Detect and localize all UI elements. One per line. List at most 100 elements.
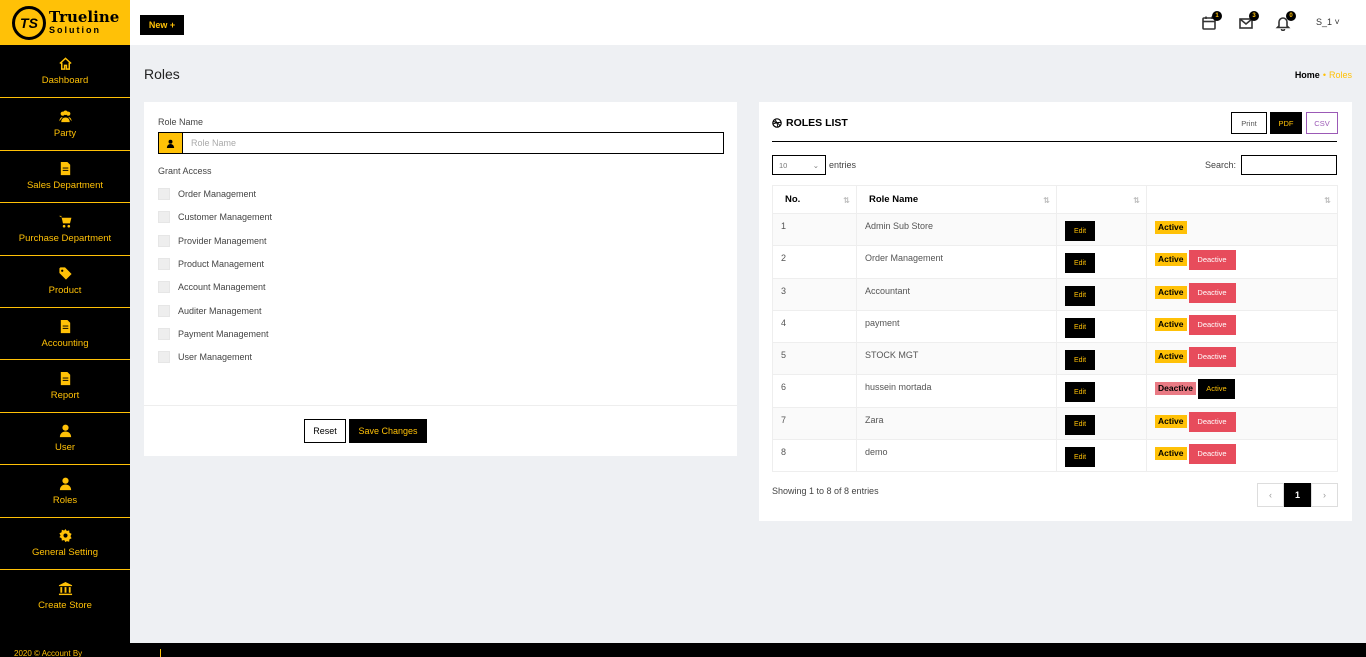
permission-checkbox[interactable]: Provider Management <box>158 234 267 247</box>
breadcrumb: Home • Roles <box>1295 70 1352 80</box>
checkbox[interactable] <box>158 234 170 247</box>
gear-icon <box>58 529 72 543</box>
status-badge: Active <box>1155 253 1187 267</box>
edit-button[interactable]: Edit <box>1065 350 1095 371</box>
users-icon <box>58 110 72 123</box>
permission-checkbox[interactable]: Product Management <box>158 257 264 270</box>
cell-edit: Edit <box>1056 309 1147 344</box>
sidebar-item-party[interactable]: Party <box>0 97 130 149</box>
reset-button[interactable]: Reset <box>304 419 346 443</box>
next-page-button[interactable]: › <box>1311 483 1338 507</box>
edit-button[interactable]: Edit <box>1065 317 1095 338</box>
checkbox[interactable] <box>158 281 170 294</box>
sidebar-item-label: Party <box>53 128 77 140</box>
column-header-role-name[interactable]: Role Name ⇅ <box>856 185 1057 214</box>
checkbox[interactable] <box>158 188 170 200</box>
permission-checkbox[interactable]: User Management <box>158 351 252 364</box>
permission-checkbox[interactable]: Customer Management <box>158 211 272 224</box>
cell-status: Active Deactive <box>1146 277 1338 311</box>
cell-role-name: STOCK MGT <box>856 342 1057 376</box>
prev-page-button[interactable]: ‹ <box>1257 483 1284 507</box>
edit-button[interactable]: Edit <box>1065 253 1095 274</box>
sidebar-item-report[interactable]: Report <box>0 359 130 411</box>
roles-table: No. ⇅ Role Name ⇅ ⇅ ⇅ 1 Admin Sub Store Edit… <box>772 185 1338 473</box>
cell-edit: Edit <box>1056 245 1147 279</box>
print-button[interactable]: Print <box>1231 112 1267 134</box>
file-icon <box>60 319 70 333</box>
sort-icon: ⇅ <box>1324 196 1331 205</box>
user-menu[interactable]: S_1 ˅ <box>1316 17 1340 27</box>
status-badge: Active <box>1155 221 1187 234</box>
user-icon <box>158 132 182 154</box>
sidebar-item-dashboard[interactable]: Dashboard <box>0 45 130 97</box>
cell-role-name: Zara <box>856 406 1057 441</box>
status-badge: Deactive <box>1155 382 1196 396</box>
deactivate-button[interactable]: Deactive <box>1188 282 1236 303</box>
mail-icon[interactable]: 3 <box>1238 11 1259 31</box>
new-button[interactable]: New + <box>140 15 184 35</box>
edit-button[interactable]: Edit <box>1065 285 1095 306</box>
checkbox[interactable] <box>158 351 170 364</box>
checkbox[interactable] <box>158 211 170 224</box>
role-name-label: Role Name <box>158 117 204 127</box>
checkbox[interactable] <box>158 327 170 340</box>
cell-role-name: Accountant <box>856 277 1057 311</box>
search-input[interactable] <box>1241 155 1338 175</box>
brand-tagline: Solution <box>49 25 101 35</box>
sidebar-item-general-setting[interactable]: General Setting <box>0 516 130 569</box>
brand-logo[interactable]: TS Trueline Solution <box>0 0 130 45</box>
status-badge: Active <box>1155 285 1187 299</box>
save-changes-button[interactable]: Save Changes <box>349 419 427 443</box>
permission-checkbox[interactable]: Payment Management <box>158 327 269 340</box>
permission-checkbox[interactable]: Auditer Management <box>158 304 262 317</box>
roles-list-card: ROLES LIST Print PDF CSV 10 ⌄ entries Sea… <box>759 102 1352 521</box>
sort-icon: ⇅ <box>843 196 850 205</box>
cell-edit: Edit <box>1056 212 1147 247</box>
permission-checkbox[interactable]: Account Management <box>158 281 266 294</box>
pdf-button[interactable]: PDF <box>1270 112 1302 134</box>
column-header-no[interactable]: No. ⇅ <box>772 185 857 214</box>
deactivate-button[interactable]: Deactive <box>1188 411 1236 432</box>
edit-button[interactable]: Edit <box>1065 221 1095 241</box>
deactivate-button[interactable]: Deactive <box>1188 347 1236 368</box>
role-name-input[interactable] <box>182 132 724 154</box>
footer-copyright: 2020 © Account By <box>14 649 83 657</box>
checkbox[interactable] <box>158 304 170 317</box>
edit-button[interactable]: Edit <box>1065 447 1095 468</box>
sidebar-item-label: Dashboard <box>41 75 89 87</box>
deactivate-button[interactable]: Deactive <box>1188 314 1236 335</box>
activate-button[interactable]: Active <box>1197 379 1235 400</box>
sidebar-item-product[interactable]: Product <box>0 254 130 307</box>
sidebar-item-accounting[interactable]: Accounting <box>0 306 130 359</box>
sidebar-item-roles[interactable]: Roles <box>0 464 130 516</box>
edit-button[interactable]: Edit <box>1065 382 1095 403</box>
user-icon <box>59 477 71 490</box>
title-divider <box>772 141 1337 142</box>
table-info: Showing 1 to 8 of 8 entries <box>772 486 879 496</box>
breadcrumb-home[interactable]: Home <box>1295 70 1320 80</box>
permission-checkbox[interactable]: Order Management <box>158 188 256 200</box>
role-name-input-group <box>158 132 724 154</box>
sidebar-item-sales-department[interactable]: Sales Department <box>0 149 130 202</box>
edit-button[interactable]: Edit <box>1065 414 1095 435</box>
grant-access-label: Grant Access <box>158 166 212 176</box>
sidebar-item-label: Accounting <box>41 337 89 349</box>
cell-no: 7 <box>772 406 857 441</box>
column-header-status[interactable]: ⇅ <box>1146 185 1338 214</box>
page-length-select[interactable]: 10 ⌄ <box>772 155 826 175</box>
sidebar-item-label: Product <box>48 285 82 297</box>
sidebar-item-purchase-department[interactable]: Purchase Department <box>0 202 130 254</box>
page-1-button[interactable]: 1 <box>1284 483 1311 507</box>
sidebar-item-create-store[interactable]: Create Store <box>0 568 130 621</box>
breadcrumb-current: Roles <box>1328 70 1352 80</box>
bell-icon[interactable]: 0 <box>1275 11 1296 32</box>
checkbox[interactable] <box>158 257 170 270</box>
chevron-down-icon: ⌄ <box>812 160 819 170</box>
calendar-icon[interactable]: 1 <box>1201 11 1222 31</box>
deactivate-button[interactable]: Deactive <box>1188 444 1236 465</box>
cell-no: 6 <box>772 374 857 408</box>
sidebar-item-user[interactable]: User <box>0 411 130 464</box>
deactivate-button[interactable]: Deactive <box>1188 250 1236 271</box>
column-header-edit[interactable]: ⇅ <box>1056 185 1147 214</box>
csv-button[interactable]: CSV <box>1306 112 1338 134</box>
